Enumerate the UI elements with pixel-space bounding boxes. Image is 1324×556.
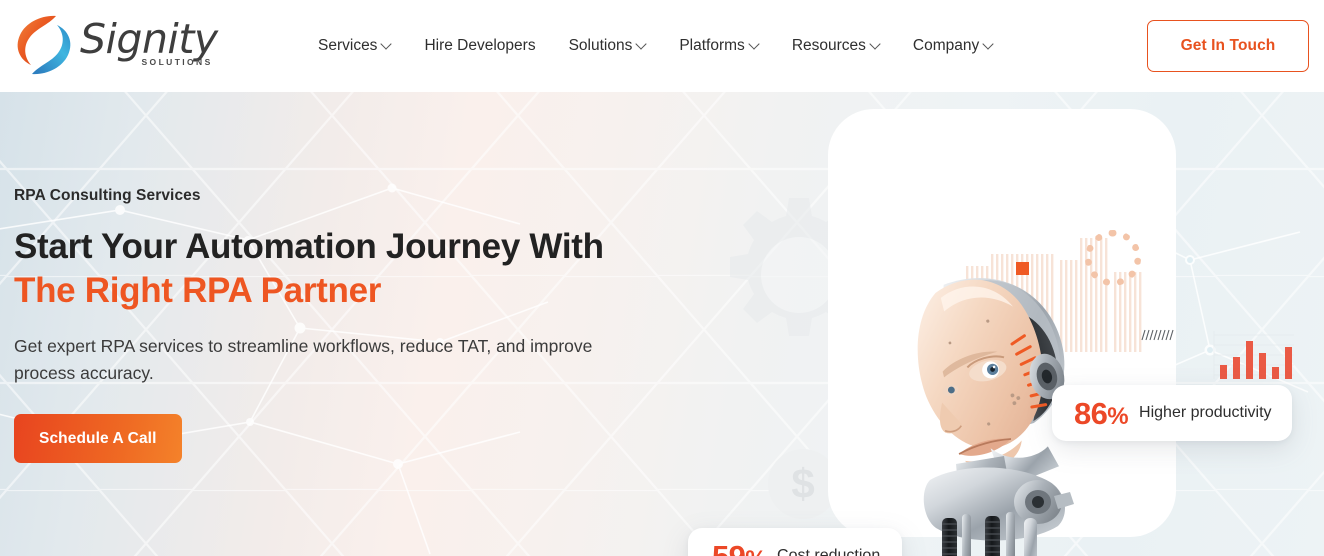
stat-value: 59%: [712, 538, 767, 556]
headline-line-1: Start Your Automation Journey With: [14, 227, 604, 266]
nav-item-label: Hire Developers: [424, 37, 536, 55]
schedule-a-call-button[interactable]: Schedule A Call: [14, 414, 182, 464]
stat-unit: %: [1107, 402, 1129, 430]
nav-item-platforms[interactable]: Platforms: [679, 32, 775, 60]
signity-swoosh-logo-icon: [12, 12, 74, 78]
nav-item-hire-developers[interactable]: Hire Developers: [424, 32, 552, 60]
hero-subcopy: Get expert RPA services to streamline wo…: [14, 336, 593, 383]
nav-item-label: Company: [912, 37, 980, 55]
brand-wordmark: Signity SOLUTIONS: [80, 15, 218, 68]
chevron-down-icon: [750, 40, 759, 49]
page-title: Start Your Automation Journey With The R…: [14, 225, 674, 313]
stat-number: 59: [712, 538, 746, 556]
nav-item-label: Services: [318, 37, 378, 55]
chevron-down-icon: [984, 40, 993, 49]
stat-card-cost-reduction: 59% Cost reduction: [688, 528, 903, 556]
nav-item-company[interactable]: Company: [913, 32, 1010, 60]
chevron-down-icon: [871, 40, 880, 49]
chevron-down-icon: [382, 40, 391, 49]
nav-item-resources[interactable]: Resources: [792, 32, 897, 60]
nav-item-label: Platforms: [679, 37, 745, 55]
orange-square-accent: [1016, 262, 1029, 275]
stat-label: Cost reduction: [777, 547, 881, 556]
hero-eyebrow: RPA Consulting Services: [14, 187, 201, 204]
hero-visual-card: [828, 109, 1176, 537]
page-root: Signity SOLUTIONS Services Hire Develope…: [0, 0, 1324, 556]
nav-item-label: Resources: [791, 37, 866, 55]
stat-label: Higher productivity: [1139, 404, 1272, 421]
stat-unit: %: [745, 546, 766, 556]
brand-name: Signity: [80, 15, 218, 63]
chevron-down-icon: [637, 40, 646, 49]
site-header: Signity SOLUTIONS Services Hire Develope…: [0, 0, 1324, 92]
brand-logo[interactable]: Signity SOLUTIONS: [12, 8, 218, 82]
headline-line-2: The Right RPA Partner: [14, 271, 382, 311]
nav-item-services[interactable]: Services: [318, 32, 408, 60]
hero-copy-block: RPA Consulting Services Start Your Autom…: [14, 92, 674, 464]
hero-section: $ RPA Consulting Services Start Your Aut…: [0, 92, 1324, 556]
stat-value: 86%: [1074, 395, 1129, 431]
mini-bar-chart-decoration: [1213, 331, 1294, 379]
primary-navigation: Services Hire Developers Solutions Platf…: [318, 0, 1026, 92]
stat-card-higher-productivity: 86% Higher productivity: [1052, 385, 1292, 441]
get-in-touch-button[interactable]: Get In Touch: [1147, 20, 1309, 72]
stat-number: 86: [1074, 395, 1108, 431]
dollar-sign: $: [791, 460, 815, 507]
nav-item-label: Solutions: [568, 37, 633, 55]
nav-item-solutions[interactable]: Solutions: [569, 32, 664, 60]
